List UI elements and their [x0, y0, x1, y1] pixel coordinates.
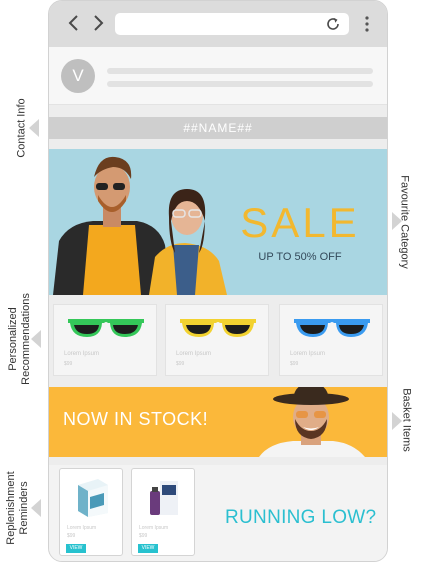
man-with-hat-photo [259, 387, 365, 457]
view-button[interactable]: VIEW [66, 544, 86, 553]
product-price: $99 [176, 361, 185, 367]
sunglasses-icon [68, 319, 144, 337]
email-mockup: V ##NAME## SALE UP TO 50% OFF Lorem Ipsu… [48, 0, 388, 562]
product-name: Lorem Ipsum [176, 351, 212, 357]
annotation-line-1: Personalized [7, 307, 19, 371]
chevron-right-icon[interactable] [87, 12, 109, 34]
product-box-image [150, 481, 178, 515]
sale-banner[interactable]: SALE UP TO 50% OFF [49, 149, 387, 295]
replenishment-section: Lorem Ipsum $99 VIEW Lorem Ipsum $99 VIE… [49, 465, 387, 561]
email-header: V [49, 47, 387, 105]
product-price: $99 [64, 361, 73, 367]
in-stock-banner[interactable]: NOW IN STOCK! [49, 387, 387, 457]
arrow-contact-info [29, 119, 39, 137]
product-card[interactable]: Lorem Ipsum $99 VIEW [59, 468, 123, 556]
annotation-contact-info: Contact Info [15, 98, 28, 158]
browser-toolbar [49, 1, 387, 47]
sale-subtitle: UP TO 50% OFF [258, 251, 342, 263]
more-vertical-icon[interactable] [359, 13, 375, 35]
reload-icon[interactable] [325, 16, 341, 32]
sender-line-placeholder [107, 68, 373, 74]
arrow-basket-items [392, 412, 402, 430]
address-bar[interactable] [115, 13, 349, 35]
arrow-replenishment-reminders [31, 499, 41, 517]
sunglasses-icon [294, 319, 370, 337]
product-card[interactable]: Lorem Ipsum $99 [53, 304, 157, 376]
product-card[interactable]: Lorem Ipsum $99 VIEW [131, 468, 195, 556]
view-button[interactable]: VIEW [138, 544, 158, 553]
arrow-favourite-category [392, 212, 402, 230]
product-price: $99 [139, 533, 148, 539]
annotation-line-2: Reminders [18, 481, 30, 535]
chevron-left-icon[interactable] [63, 12, 85, 34]
couple-photo [49, 149, 235, 295]
subject-line-placeholder [107, 81, 373, 87]
arrow-personalized-recommendations [31, 330, 41, 348]
product-name: Lorem Ipsum [64, 351, 100, 357]
running-low-headline: RUNNING LOW? [225, 507, 377, 528]
product-card[interactable]: Lorem Ipsum $99 [279, 304, 383, 376]
product-name: Lorem Ipsum [290, 351, 326, 357]
product-price: $99 [290, 361, 299, 367]
name-placeholder-bar: ##NAME## [49, 117, 387, 139]
annotation-line-1: Replenishment [5, 471, 17, 545]
annotation-personalized-recommendations: Personalized Recommendations [7, 293, 33, 385]
sunglasses-icon [180, 319, 256, 337]
product-price: $99 [67, 533, 76, 539]
product-card[interactable]: Lorem Ipsum $99 [165, 304, 269, 376]
recommendations-row: Lorem Ipsum $99 Lorem Ipsum $99 Lorem Ip… [49, 301, 387, 379]
product-name: Lorem Ipsum [139, 525, 169, 531]
sale-title: SALE [240, 199, 360, 246]
product-box-image [78, 479, 108, 517]
avatar: V [61, 59, 95, 93]
annotation-replenishment-reminders: Replenishment Reminders [5, 471, 31, 544]
in-stock-title: NOW IN STOCK! [63, 409, 209, 429]
product-name: Lorem Ipsum [67, 525, 97, 531]
